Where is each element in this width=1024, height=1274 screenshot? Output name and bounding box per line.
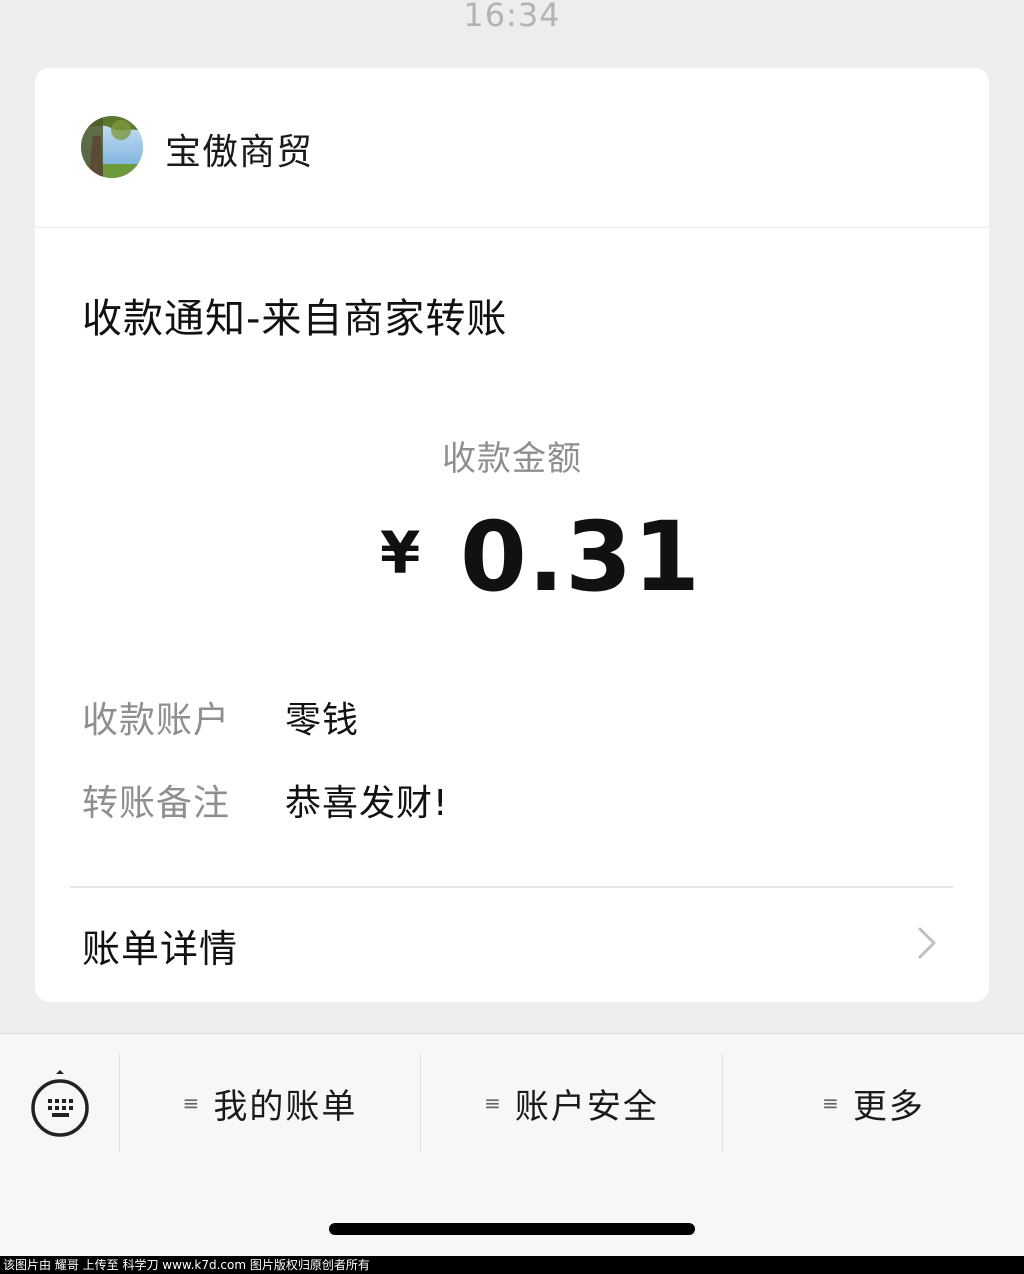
menu-item-my-bills[interactable]: ≡ 我的账单	[120, 1054, 420, 1152]
info-label: 收款账户	[82, 700, 231, 741]
bill-detail-label: 账单详情	[82, 927, 239, 971]
menu-item-label: 我的账单	[213, 1086, 358, 1127]
keyboard-toggle-button[interactable]	[30, 1070, 90, 1140]
amount-label: 收款金额	[442, 439, 582, 479]
menu-lines-icon: ≡	[182, 1091, 200, 1115]
bill-detail-row[interactable]: 账单详情	[35, 888, 989, 1002]
menu-item-label: 更多	[852, 1086, 925, 1127]
info-label: 转账备注	[82, 783, 231, 824]
info-value: 零钱	[285, 700, 360, 741]
status-bar-time: 16:34	[463, 0, 561, 34]
amount-value: 0.31	[460, 501, 701, 613]
keyboard-icon	[31, 1070, 89, 1137]
menu-item-label: 账户安全	[514, 1086, 659, 1127]
menu-lines-icon: ≡	[822, 1091, 839, 1115]
menu-lines-icon: ≡	[484, 1091, 501, 1115]
info-value: 恭喜发财!	[285, 783, 449, 824]
tree-landscape-avatar-icon	[81, 116, 143, 178]
merchant-name[interactable]: 宝傲商贸	[165, 123, 313, 175]
menu-item-account-security[interactable]: ≡ 账户安全	[421, 1054, 722, 1152]
watermark-caption: 该图片由 耀哥 上传至 科学刀 www.k7d.com 图片版权归原创者所有	[0, 1256, 1024, 1274]
payment-notice-card: 宝傲商贸 收款通知-来自商家转账 收款金额 ¥ 0.31 收款账户 零钱 转账备…	[35, 68, 989, 1002]
notice-title: 收款通知-来自商家转账	[82, 296, 508, 342]
currency-symbol: ¥	[380, 519, 421, 587]
chevron-right-icon	[917, 926, 937, 964]
home-indicator[interactable]	[329, 1223, 695, 1235]
merchant-avatar[interactable]	[81, 116, 143, 178]
amount-row: ¥ 0.31	[35, 501, 989, 615]
menu-item-more[interactable]: ≡ 更多	[723, 1054, 1024, 1152]
merchant-header[interactable]: 宝傲商贸	[35, 68, 989, 228]
